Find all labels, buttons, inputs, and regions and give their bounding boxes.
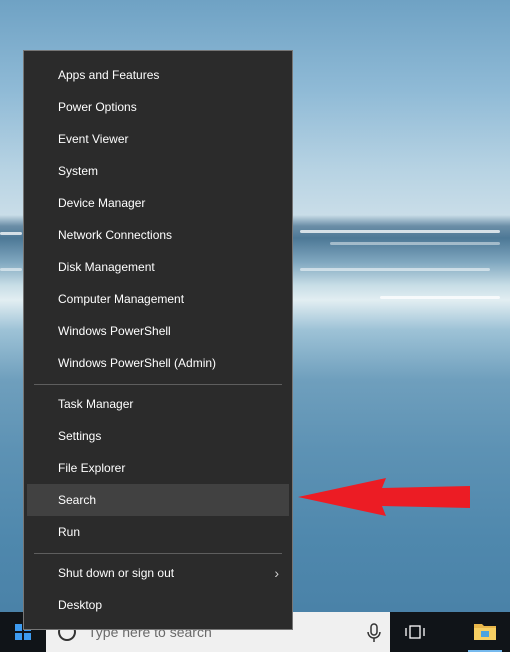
wave xyxy=(300,230,500,233)
menu-item-computer-management[interactable]: Computer Management xyxy=(27,283,289,315)
red-arrow-annotation xyxy=(298,478,470,516)
wave xyxy=(330,242,500,245)
menu-item-event-viewer[interactable]: Event Viewer xyxy=(27,123,289,155)
menu-item-search[interactable]: Search xyxy=(27,484,289,516)
menu-item-label: Computer Management xyxy=(58,292,185,306)
menu-item-label: Power Options xyxy=(58,100,137,114)
menu-item-label: Settings xyxy=(58,429,102,443)
winx-context-menu: Apps and Features Power Options Event Vi… xyxy=(23,50,293,630)
menu-item-desktop[interactable]: Desktop xyxy=(27,589,289,621)
menu-item-file-explorer[interactable]: File Explorer xyxy=(27,452,289,484)
menu-item-label: Run xyxy=(58,525,81,539)
menu-item-label: Disk Management xyxy=(58,260,155,274)
microphone-icon[interactable] xyxy=(364,622,384,644)
menu-separator xyxy=(34,384,282,385)
menu-item-settings[interactable]: Settings xyxy=(27,420,289,452)
menu-item-label: Shut down or sign out xyxy=(58,566,175,580)
wave xyxy=(380,296,500,299)
menu-item-label: Search xyxy=(58,493,97,507)
menu-item-label: Network Connections xyxy=(58,228,173,242)
menu-item-windows-powershell[interactable]: Windows PowerShell xyxy=(27,315,289,347)
menu-item-label: Task Manager xyxy=(58,397,134,411)
menu-item-network-connections[interactable]: Network Connections xyxy=(27,219,289,251)
task-view-icon xyxy=(405,625,425,639)
menu-item-label: Device Manager xyxy=(58,196,146,210)
task-view-button[interactable] xyxy=(400,612,430,652)
menu-item-label: System xyxy=(58,164,99,178)
menu-item-device-manager[interactable]: Device Manager xyxy=(27,187,289,219)
menu-item-label: Windows PowerShell xyxy=(58,324,171,338)
menu-item-disk-management[interactable]: Disk Management xyxy=(27,251,289,283)
wave xyxy=(0,268,22,271)
menu-item-shut-down-or-sign-out[interactable]: Shut down or sign out › xyxy=(27,557,289,589)
chevron-right-icon: › xyxy=(274,565,279,581)
menu-item-apps-and-features[interactable]: Apps and Features xyxy=(27,59,289,91)
menu-item-run[interactable]: Run xyxy=(27,516,289,548)
menu-item-power-options[interactable]: Power Options xyxy=(27,91,289,123)
file-explorer-taskbar-button[interactable] xyxy=(468,612,502,652)
menu-item-label: File Explorer xyxy=(58,461,126,475)
wave xyxy=(300,268,490,271)
menu-separator xyxy=(34,553,282,554)
menu-item-label: Apps and Features xyxy=(58,68,160,82)
menu-item-label: Windows PowerShell (Admin) xyxy=(58,356,217,370)
menu-item-label: Event Viewer xyxy=(58,132,129,146)
menu-item-task-manager[interactable]: Task Manager xyxy=(27,388,289,420)
menu-item-system[interactable]: System xyxy=(27,155,289,187)
file-explorer-icon xyxy=(474,624,496,640)
menu-item-label: Desktop xyxy=(58,598,103,612)
wave xyxy=(0,232,22,235)
menu-item-windows-powershell-admin[interactable]: Windows PowerShell (Admin) xyxy=(27,347,289,379)
